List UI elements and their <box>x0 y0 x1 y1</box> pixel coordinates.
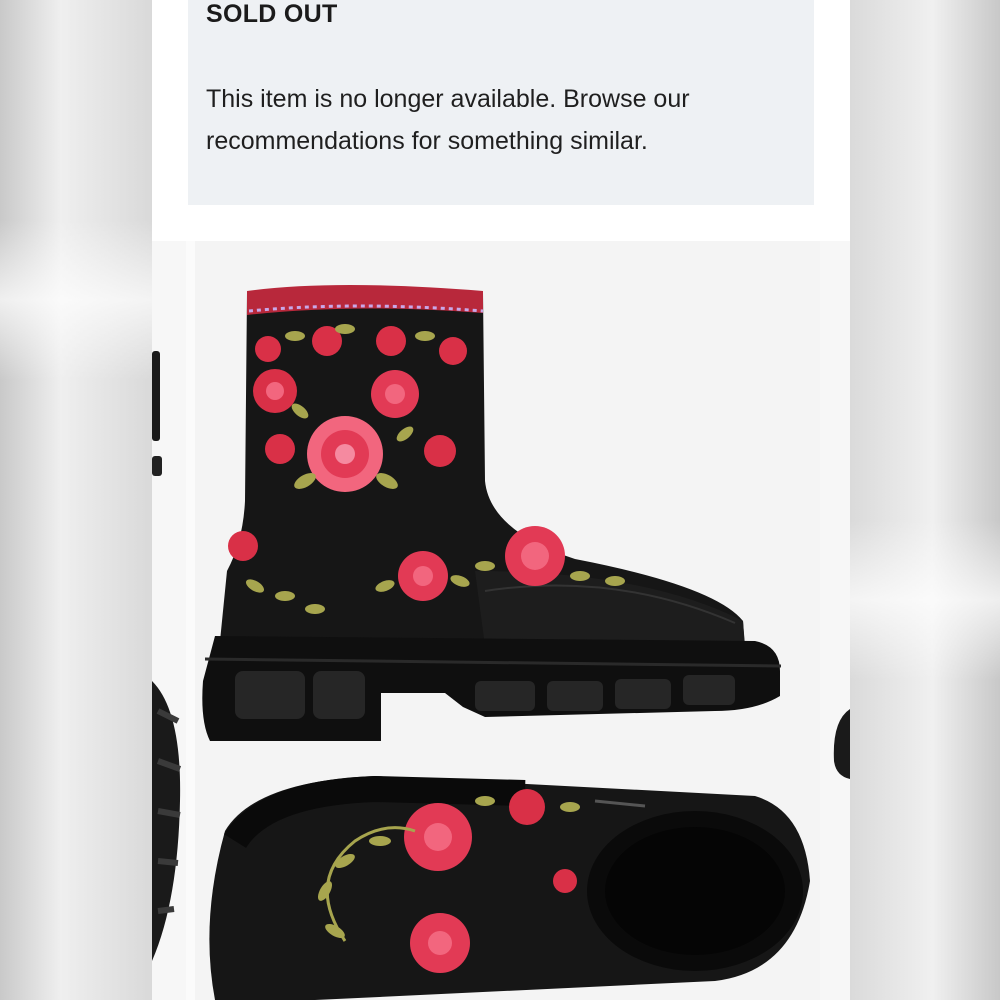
product-image[interactable] <box>195 241 823 1000</box>
backdrop-right <box>850 0 1000 1000</box>
sold-out-message-line1: This item is no longer available. Browse… <box>206 85 690 113</box>
next-image-peek[interactable] <box>820 241 850 1000</box>
previous-image-peek[interactable] <box>152 241 186 1000</box>
sold-out-title: SOLD OUT <box>206 0 338 28</box>
sold-out-message-line2: recommendations for something similar. <box>206 127 648 155</box>
sold-out-message: This item is no longer available. Browse… <box>206 78 786 162</box>
boot-illustration <box>202 285 810 1000</box>
backdrop-left <box>0 0 152 1000</box>
product-page: SOLD OUT This item is no longer availabl… <box>152 0 850 1000</box>
sold-out-notice: SOLD OUT This item is no longer availabl… <box>188 0 814 205</box>
